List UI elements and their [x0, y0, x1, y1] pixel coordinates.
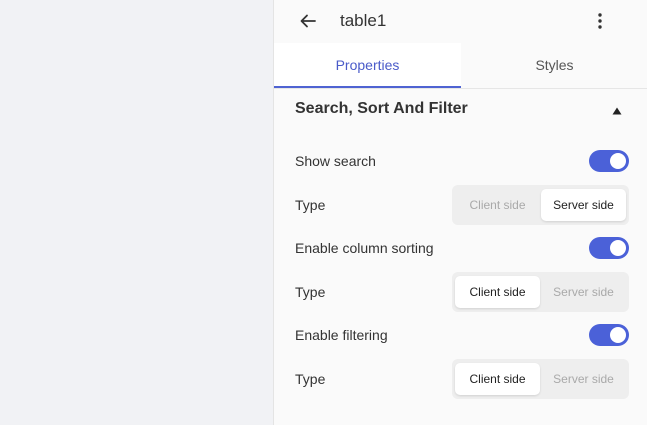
search-type-label: Type — [295, 197, 326, 213]
column-sorting-toggle[interactable] — [589, 237, 629, 259]
triangle-up-icon[interactable] — [610, 104, 624, 118]
section-title[interactable]: Search, Sort And Filter — [295, 100, 468, 118]
more-vertical-icon[interactable] — [588, 9, 612, 33]
canvas-area — [0, 0, 273, 425]
show-search-label: Show search — [295, 153, 376, 169]
filtering-type-client-side[interactable]: Client side — [455, 363, 540, 395]
sorting-type-server-side[interactable]: Server side — [541, 276, 626, 308]
column-sorting-label: Enable column sorting — [295, 240, 434, 256]
toggle-knob — [610, 327, 626, 343]
property-pane: table1 Properties Styles Search, Sort An… — [273, 0, 647, 425]
sorting-type-selector: Client side Server side — [452, 272, 629, 312]
filtering-type-selector: Client side Server side — [452, 359, 629, 399]
sorting-type-client-side[interactable]: Client side — [455, 276, 540, 308]
toggle-knob — [610, 153, 626, 169]
toggle-knob — [610, 240, 626, 256]
sorting-type-label: Type — [295, 284, 326, 300]
tab-styles[interactable]: Styles — [461, 43, 647, 88]
arrow-left-icon[interactable] — [296, 9, 320, 33]
filtering-type-label: Type — [295, 371, 326, 387]
filtering-type-server-side[interactable]: Server side — [541, 363, 626, 395]
tab-properties[interactable]: Properties — [274, 43, 461, 88]
filtering-label: Enable filtering — [295, 327, 388, 343]
search-type-server-side[interactable]: Server side — [541, 189, 626, 221]
search-type-selector: Client side Server side — [452, 185, 629, 225]
show-search-toggle[interactable] — [589, 150, 629, 172]
pane-tabs: Properties Styles — [274, 43, 647, 89]
pane-header: table1 — [274, 0, 647, 43]
widget-name[interactable]: table1 — [340, 11, 386, 31]
filtering-toggle[interactable] — [589, 324, 629, 346]
search-type-client-side[interactable]: Client side — [455, 189, 540, 221]
